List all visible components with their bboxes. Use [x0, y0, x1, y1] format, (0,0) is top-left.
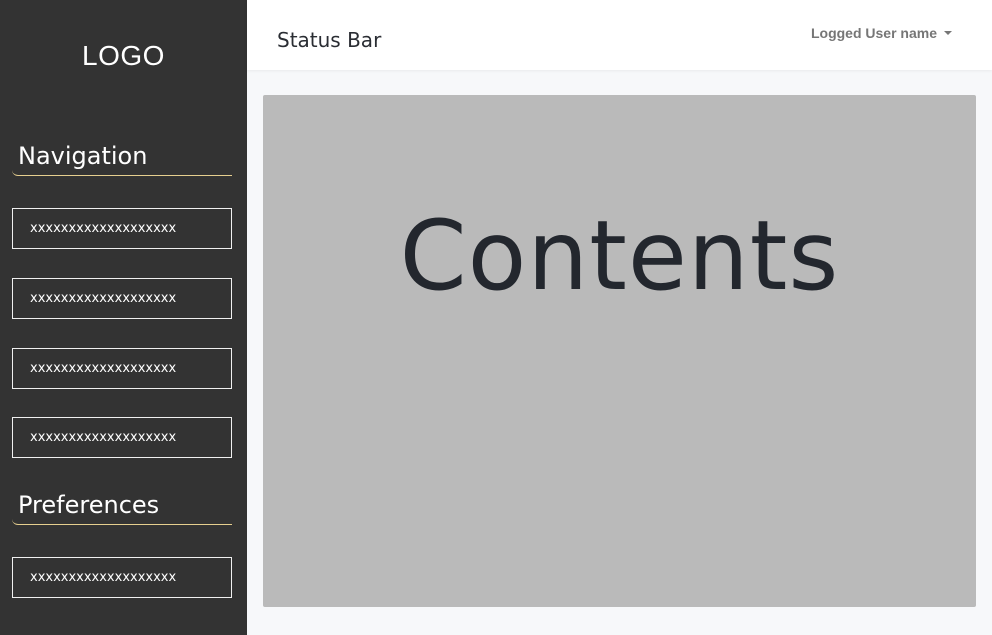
user-name: Logged User name: [810, 25, 937, 41]
navigation-heading: Navigation: [12, 142, 232, 176]
content-area: Contents: [263, 95, 976, 607]
user-menu-dropdown[interactable]: Logged User name: [811, 25, 952, 41]
caret-down-icon: [944, 31, 952, 35]
sidebar: LOGO Navigation xxxxxxxxxxxxxxxxxxx xxxx…: [0, 0, 247, 635]
preferences-heading: Preferences: [12, 491, 232, 525]
logo: LOGO: [82, 40, 165, 71]
sidebar-nav-item-4[interactable]: xxxxxxxxxxxxxxxxxxx: [12, 417, 232, 458]
sidebar-nav-item-3[interactable]: xxxxxxxxxxxxxxxxxxx: [12, 348, 232, 389]
status-bar-title: Status Bar: [277, 28, 382, 52]
sidebar-nav-item-1[interactable]: xxxxxxxxxxxxxxxxxxx: [12, 208, 232, 249]
sidebar-nav-item-2[interactable]: xxxxxxxxxxxxxxxxxxx: [12, 278, 232, 319]
status-bar: Status Bar Logged User name: [247, 0, 992, 70]
content-placeholder: Contents: [399, 200, 840, 312]
sidebar-pref-item-1[interactable]: xxxxxxxxxxxxxxxxxxx: [12, 557, 232, 598]
